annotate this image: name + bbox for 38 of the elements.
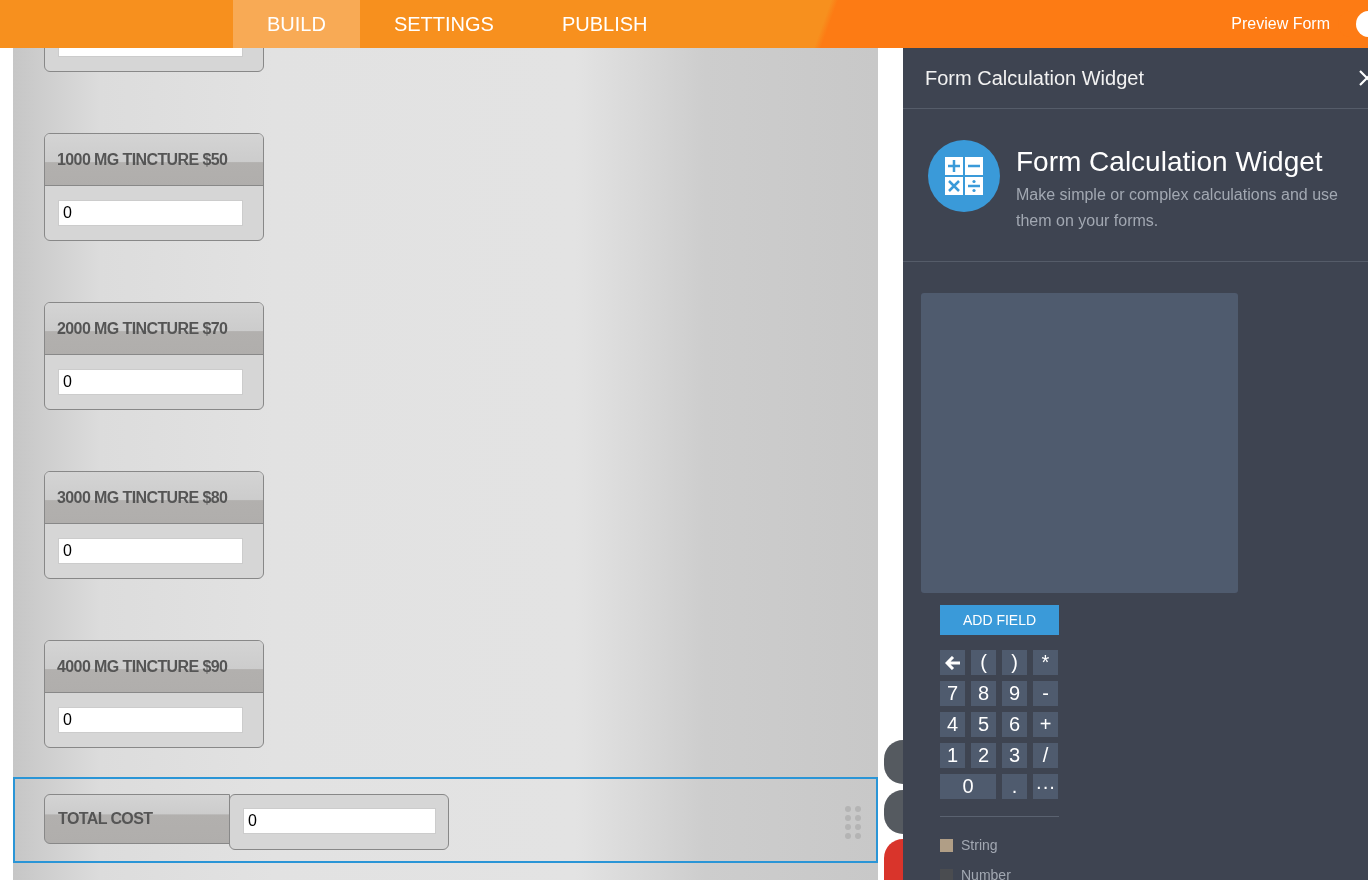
keypad-key[interactable]: ) — [1002, 650, 1027, 675]
calculator-icon — [928, 140, 1000, 212]
keypad-key[interactable]: 1 — [940, 743, 965, 768]
field-label: 4000 MG TINCTURE $90 — [45, 641, 263, 693]
keypad-key[interactable]: + — [1033, 712, 1058, 737]
keypad-key[interactable]: * — [1033, 650, 1058, 675]
keypad-key[interactable]: 0 — [940, 774, 996, 799]
number-input[interactable]: 0 — [58, 538, 243, 564]
keypad-key[interactable]: 3 — [1002, 743, 1027, 768]
keypad-key[interactable]: . — [1002, 774, 1027, 799]
widget-title: Form Calculation Widget — [1016, 146, 1324, 178]
panel-title: Form Calculation Widget — [925, 66, 1144, 90]
keypad-key[interactable]: ( — [971, 650, 996, 675]
legend-label: Number — [961, 867, 1011, 880]
total-input[interactable]: 0 — [243, 808, 436, 834]
keypad-key[interactable]: - — [1033, 681, 1058, 706]
number-input[interactable]: 0 — [58, 369, 243, 395]
keypad-key[interactable]: 7 — [940, 681, 965, 706]
keypad-key[interactable]: 2 — [971, 743, 996, 768]
field-label: 3000 MG TINCTURE $80 — [45, 472, 263, 524]
widget-description: Make simple or complex calculations and use them on your forms. — [1016, 185, 1339, 231]
number-input[interactable]: 0 — [58, 200, 243, 226]
preview-label: Preview Form — [1231, 15, 1330, 33]
field-label: 1000 MG TINCTURE $50 — [45, 134, 263, 186]
keypad-key[interactable]: 6 — [1002, 712, 1027, 737]
legend-label: String — [961, 837, 998, 853]
keypad-key[interactable]: 5 — [971, 712, 996, 737]
backspace-key[interactable] — [940, 650, 965, 675]
keypad-key[interactable]: 8 — [971, 681, 996, 706]
total-row[interactable]: TOTAL COST 0 — [13, 777, 878, 863]
keypad-key[interactable]: 9 — [1002, 681, 1027, 706]
number-input[interactable]: 0 — [58, 707, 243, 733]
keypad-key[interactable]: / — [1033, 743, 1058, 768]
keypad-key[interactable]: ··· — [1033, 774, 1058, 799]
field-label: 2000 MG TINCTURE $70 — [45, 303, 263, 355]
keypad-key[interactable]: 4 — [940, 712, 965, 737]
total-label: TOTAL COST — [44, 794, 230, 844]
left-arrow-icon — [944, 655, 961, 670]
